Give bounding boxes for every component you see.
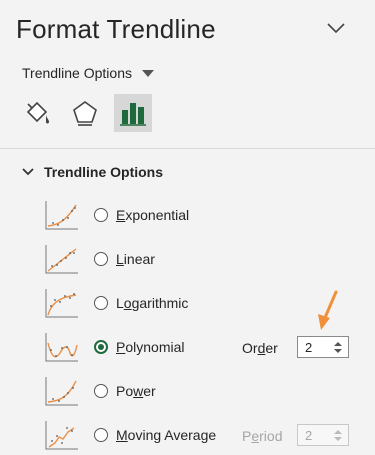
period-spin-arrows [331, 429, 345, 441]
chevron-down-icon [22, 168, 34, 176]
spin-up-icon [334, 429, 342, 434]
polynomial-trend-icon [45, 333, 78, 362]
period-spinner[interactable]: 2 [297, 424, 349, 446]
polynomial-label[interactable]: Polynomial [116, 339, 184, 355]
exponential-label[interactable]: Exponential [116, 207, 189, 223]
trendline-options-section-header[interactable]: Trendline Options [22, 160, 163, 184]
paint-bucket-icon [26, 101, 49, 124]
exponential-radio[interactable] [94, 208, 108, 222]
order-spin-arrows[interactable] [331, 341, 345, 353]
tab-bar [18, 94, 152, 134]
spin-down-icon[interactable] [334, 348, 342, 353]
period-value: 2 [305, 427, 313, 443]
section-title: Trendline Options [44, 164, 164, 180]
linear-radio[interactable] [94, 252, 108, 266]
chevron-down-icon [327, 23, 345, 34]
period-label: Period [242, 428, 283, 444]
tab-effects[interactable] [66, 94, 104, 132]
bar-chart-icon [120, 103, 146, 126]
power-label[interactable]: Power [116, 383, 156, 399]
moving-average-trend-icon [45, 421, 78, 450]
divider [0, 148, 375, 149]
spin-down-icon [334, 436, 342, 441]
trendline-options-dropdown[interactable]: Trendline Options [22, 62, 154, 84]
spin-up-icon[interactable] [334, 341, 342, 346]
power-radio[interactable] [94, 384, 108, 398]
polynomial-radio[interactable] [94, 340, 108, 354]
linear-trend-icon [45, 245, 78, 274]
moving-average-radio[interactable] [94, 428, 108, 442]
linear-label[interactable]: Linear [116, 251, 155, 267]
dropdown-caret-icon [141, 69, 154, 77]
option-row-power: Power [44, 372, 354, 410]
panel-title: Format Trendline [16, 14, 216, 44]
order-value[interactable]: 2 [298, 340, 331, 355]
tab-trendline-options[interactable] [114, 94, 152, 132]
collapse-button[interactable] [322, 18, 350, 38]
option-row-linear: Linear [44, 240, 354, 278]
moving-average-label[interactable]: Moving Average [116, 427, 216, 443]
logarithmic-label[interactable]: Logarithmic [116, 295, 188, 311]
exponential-trend-icon [45, 201, 78, 230]
tab-fill-line[interactable] [18, 94, 56, 132]
option-row-logarithmic: Logarithmic [44, 284, 354, 322]
dropdown-label: Trendline Options [22, 65, 132, 81]
option-row-exponential: Exponential [44, 196, 354, 234]
order-spinner[interactable]: 2 [297, 336, 349, 358]
power-trend-icon [45, 377, 78, 406]
annotation-arrow-icon [318, 290, 338, 330]
order-label: Order [242, 340, 278, 356]
pentagon-icon [73, 101, 97, 126]
logarithmic-radio[interactable] [94, 296, 108, 310]
logarithmic-trend-icon [45, 289, 78, 318]
